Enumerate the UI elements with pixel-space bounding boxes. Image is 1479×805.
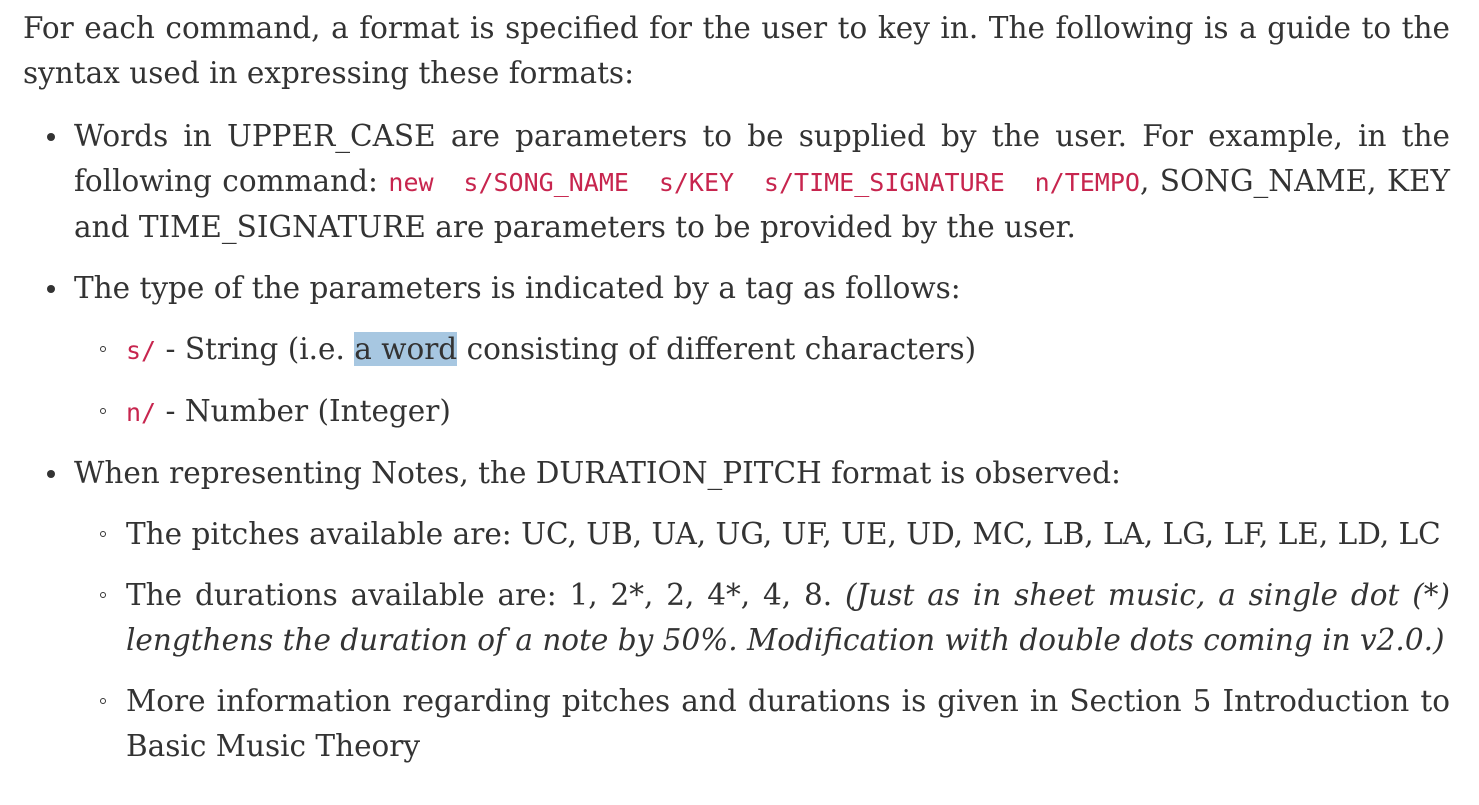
bullet-circle-icon — [100, 531, 106, 537]
bullet-circle-icon — [100, 592, 106, 598]
sublist-item-durations: The durations available are: 1, 2*, 2, 4… — [74, 573, 1450, 663]
bullet-disc-icon — [47, 285, 55, 293]
durations-text: The durations available are: 1, 2*, 2, 4… — [126, 578, 846, 612]
string-tag-text-before: - String (i.e. — [156, 332, 355, 366]
notes-format-text: When representing Notes, the DURATION_PI… — [74, 456, 1121, 490]
list-item-parameters: Words in UPPER_CASE are parameters to be… — [23, 114, 1450, 250]
sublist-item-string-tag: s/ - String (i.e. a word consisting of d… — [74, 327, 1450, 373]
list-item-notes-format: When representing Notes, the DURATION_PI… — [23, 451, 1450, 769]
more-info-text: More information regarding pitches and d… — [126, 684, 1450, 763]
string-tag-text-after: consisting of different characters) — [457, 332, 977, 366]
pitches-text: The pitches available are: UC, UB, UA, U… — [126, 517, 1441, 551]
bullet-circle-icon — [100, 408, 106, 414]
document-page: For each command, a format is specified … — [0, 0, 1479, 805]
notes-format-sublist: The pitches available are: UC, UB, UA, U… — [74, 512, 1450, 769]
bullet-circle-icon — [100, 346, 106, 352]
number-tag-code: n/ — [126, 398, 157, 427]
sublist-item-more-info: More information regarding pitches and d… — [74, 679, 1450, 769]
list-item-parameter-types: The type of the parameters is indicated … — [23, 266, 1450, 435]
example-command-code: new s/SONG_NAME s/KEY s/TIME_SIGNATURE n… — [388, 168, 1140, 197]
parameter-types-text: The type of the parameters is indicated … — [74, 271, 961, 305]
intro-paragraph: For each command, a format is specified … — [23, 11, 1450, 90]
parameter-types-sublist: s/ - String (i.e. a word consisting of d… — [74, 327, 1450, 435]
bullet-circle-icon — [100, 698, 106, 704]
string-tag-code: s/ — [126, 336, 157, 365]
selected-text-highlight[interactable]: a word — [354, 332, 458, 366]
syntax-guide-list: Words in UPPER_CASE are parameters to be… — [23, 114, 1450, 769]
number-tag-text: - Number (Integer) — [156, 394, 451, 428]
bullet-disc-icon — [47, 133, 55, 141]
bullet-disc-icon — [47, 470, 55, 478]
sublist-item-number-tag: n/ - Number (Integer) — [74, 389, 1450, 435]
sublist-item-pitches: The pitches available are: UC, UB, UA, U… — [74, 512, 1450, 557]
